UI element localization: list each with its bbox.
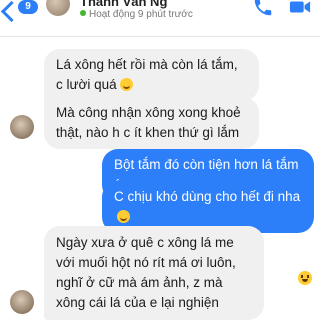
contact-avatar[interactable]	[46, 0, 70, 16]
sender-avatar[interactable]	[10, 115, 34, 139]
online-status-dot	[80, 10, 86, 16]
messenger-app: 9 Thanh Văn Ng Hoạt động 9 phút trước Lá…	[0, 0, 320, 320]
message-text: Lá xông hết rồi mà còn lá tắm, c lười qu…	[56, 57, 238, 92]
message-list[interactable]: Lá xông hết rồi mà còn lá tắm, c lười qu…	[0, 37, 320, 320]
message-text: C chịu khó dùng cho hết đi nha	[114, 189, 301, 204]
phone-call-button[interactable]	[252, 0, 274, 18]
contact-name[interactable]: Thanh Văn Ng	[80, 0, 167, 9]
presence-status: Hoạt động 9 phút trước	[80, 9, 193, 20]
phone-icon	[254, 0, 272, 16]
incoming-message-bubble[interactable]: Lá xông hết rồi mà còn lá tắm, c lười qu…	[44, 49, 259, 101]
sender-avatar[interactable]	[10, 290, 34, 314]
incoming-message-bubble[interactable]: Mà công nhận xông xong khoẻ thật, nào h …	[44, 97, 259, 149]
back-button[interactable]: 9	[0, 0, 42, 23]
video-call-button[interactable]	[288, 0, 311, 18]
presence-text: Hoạt động 9 phút trước	[89, 9, 193, 20]
video-call-icon	[289, 1, 311, 13]
seen-receipt-icon	[298, 271, 312, 285]
grinning-sweat-emoji-icon	[117, 210, 130, 223]
chat-header: 9 Thanh Văn Ng Hoạt động 9 phút trước	[0, 0, 320, 37]
grinning-sweat-emoji-icon	[119, 78, 133, 91]
unread-count-badge: 9	[18, 0, 38, 14]
message-text: Mà công nhận xông xong khoẻ thật, nào h …	[56, 105, 241, 140]
message-text: Ngày xưa ở quê c xông lá me với muối hột…	[56, 235, 236, 310]
incoming-message-bubble[interactable]: Ngày xưa ở quê c xông lá me với muối hột…	[44, 226, 264, 320]
